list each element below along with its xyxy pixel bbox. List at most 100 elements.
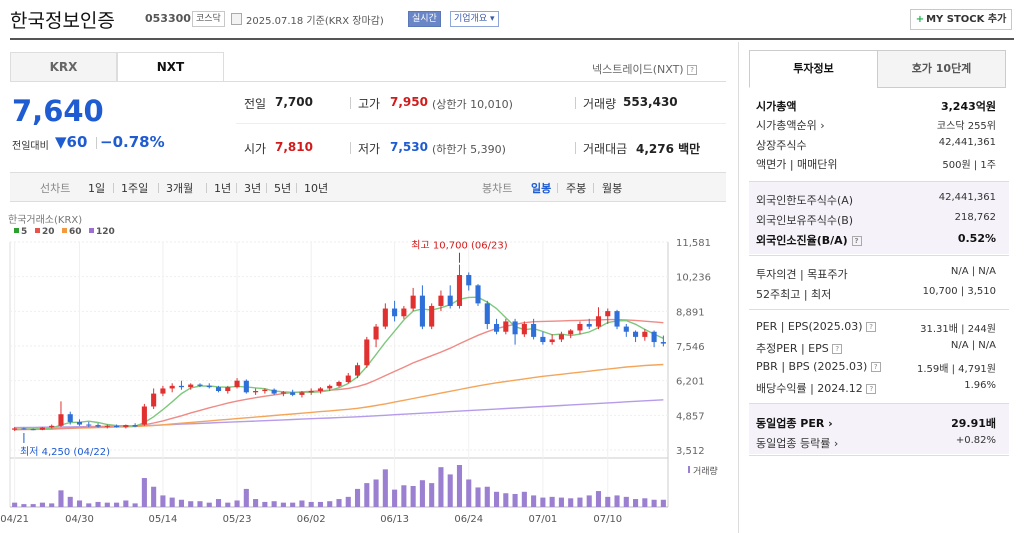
amount-label: 거래대금 [583,142,628,156]
week52-row: 52주최고 | 최저 10,700 | 3,510 [756,286,996,304]
period-5y[interactable]: 5년 [274,180,291,196]
volume-bar [494,491,500,507]
prev-close-value: 7,700 [275,95,313,109]
opinion-label: 투자의견 | 목표주가 [756,268,848,281]
dividend-row: 배당수익률 | 2024.12 ? 1.96% [756,380,996,398]
help-icon[interactable]: ? [851,236,862,246]
period-3y[interactable]: 3년 [244,180,261,196]
help-icon[interactable]: ? [870,362,881,372]
candle-body [49,425,55,428]
period-3m[interactable]: 3개월 [166,180,193,196]
help-icon[interactable]: ? [687,65,698,75]
volume-bar [299,500,305,507]
candle-body [308,391,314,393]
period-1y[interactable]: 1년 [214,180,231,196]
candle-body [614,311,620,327]
candle-body [484,303,490,324]
period-1d[interactable]: 1일 [88,180,105,196]
candle-body [401,308,407,317]
dividend-label: 배당수익률 | 2024.12 [756,382,863,395]
tab-investment-info[interactable]: 투자정보 [749,50,878,88]
y-tick-label: 6,201 [676,377,705,388]
volume-legend-label: 거래량 [693,465,718,477]
tab-order-book[interactable]: 호가 10단계 [877,50,1006,88]
high-value: 7,950 [390,95,428,109]
ma-legend-label: 120 [96,227,115,237]
x-tick-label: 06/13 [380,514,409,525]
est-per-value: N/A | N/A [950,340,996,351]
candle-body [21,428,27,430]
y-tick-label: 10,236 [676,273,711,284]
prev-close-label: 전일 [244,97,267,111]
market-cap-rank-row[interactable]: 시가총액순위 › 코스닥 255위 [756,117,996,135]
volume-value: 553,430 [623,95,678,109]
candle-body [595,316,602,327]
period-10y[interactable]: 10년 [304,180,328,196]
add-my-stock-button[interactable]: + MY STOCK 추가 [910,9,1012,30]
candle-body [188,384,194,388]
candle-chart-label[interactable]: 봉차트 [482,180,512,196]
change-percent: −0.78% [100,133,165,151]
volume-bar [605,496,611,507]
sector-per-row[interactable]: 동일업종 PER › 29.91배 [756,415,996,433]
per-value: 31.31배 | 244원 [920,324,996,335]
volume-bar [345,496,351,507]
candle-body [280,392,286,394]
candle-body [336,381,342,386]
help-icon[interactable]: ? [832,344,843,354]
foreign-holding-row: 외국인보유주식수(B) 218,762 [756,212,996,230]
tab-krx[interactable]: KRX [10,52,117,82]
nxt-link[interactable]: 넥스트레이드(NXT) ? [592,61,698,77]
ma-legend-swatch [35,228,40,233]
volume-bar [58,490,64,507]
help-icon[interactable]: ? [866,322,877,332]
period-weekly[interactable]: 주봉 [566,180,586,196]
help-icon[interactable]: ? [866,384,877,394]
period-daily[interactable]: 일봉 [531,180,551,196]
volume-bar [364,483,370,507]
volume-bar [633,499,639,507]
candle-body [151,393,157,407]
volume-bar [30,504,36,507]
week52-label: 52주최고 | 최저 [756,288,832,301]
price-chart[interactable]: 11,581 10,236 8,891 7,546 6,201 4,857 3,512 04/… [0,205,730,533]
candle-body [95,425,101,427]
candle-body [114,425,120,428]
candle-body [494,323,500,332]
candle-body [419,295,425,327]
candle-body [633,331,639,337]
low-value: 7,530 [390,140,428,154]
par-value-value: 500원 | 1주 [942,160,996,171]
ma-legend-swatch [89,228,94,233]
volume-bar [206,502,212,507]
volume-bar [132,503,138,507]
x-tick-label: 07/10 [593,514,622,525]
volume-bar [290,502,296,507]
candle-body [76,421,83,425]
candle-body [558,334,564,340]
foreign-holding-value: 218,762 [954,212,996,223]
line-chart-label[interactable]: 선차트 [40,180,70,196]
volume-bar [549,496,555,507]
tab-nxt[interactable]: NXT [117,52,224,82]
ma120-line [14,399,664,429]
candle-body [373,326,379,340]
candle-body [392,308,398,317]
volume-bar [169,497,175,507]
volume-bar [503,493,509,507]
candle-body [86,424,92,426]
sector-change-row[interactable]: 동일업종 등락률 › +0.82% [756,435,996,453]
company-overview-dropdown[interactable]: 기업개요 ▾ [450,11,499,27]
candle-body [132,425,138,427]
volume-bar [447,474,453,507]
period-1w[interactable]: 1주일 [121,180,148,196]
realtime-tag[interactable]: 실시간 [408,11,441,27]
per-label: PER | EPS(2025.03) [756,320,863,333]
volume-bar [586,495,592,507]
ma-legend-label: 60 [69,227,82,237]
candle-body [123,425,129,428]
volume-bar [160,495,166,507]
candle-body [141,406,147,425]
period-monthly[interactable]: 월봉 [602,180,622,196]
dividend-value: 1.96% [964,380,996,391]
